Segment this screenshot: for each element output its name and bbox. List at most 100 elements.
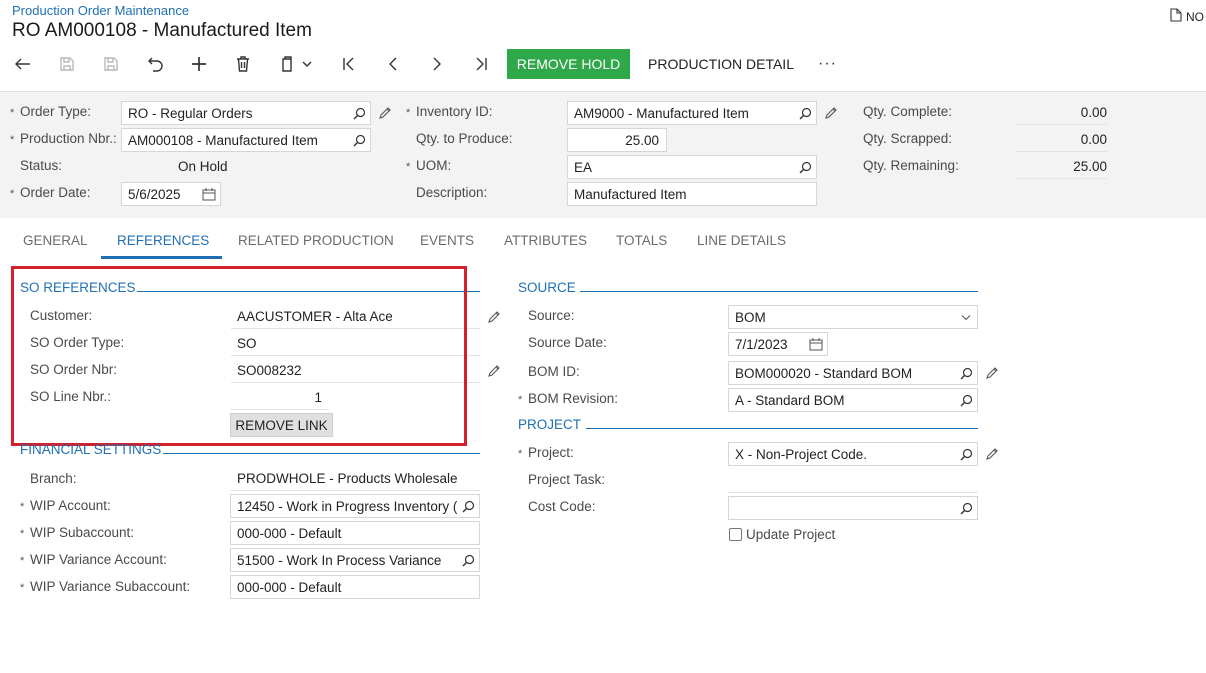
production-detail-button[interactable]: PRODUCTION DETAIL: [648, 49, 794, 79]
edit-pencil-icon[interactable]: [486, 309, 502, 325]
qty-scrapped-label: Qty. Scrapped:: [863, 131, 953, 146]
source-label: Source:: [528, 308, 575, 323]
active-tab-indicator: [101, 256, 222, 259]
uom-field[interactable]: EA: [567, 155, 817, 179]
tab-line-details[interactable]: LINE DETAILS: [697, 233, 786, 248]
previous-record-icon[interactable]: [381, 52, 405, 76]
section-divider: [580, 291, 978, 292]
edit-pencil-icon[interactable]: [984, 365, 1000, 381]
tab-related-production[interactable]: RELATED PRODUCTION: [238, 233, 394, 248]
add-icon[interactable]: [187, 52, 211, 76]
section-divider: [163, 453, 480, 454]
wip-variance-subaccount-field[interactable]: 000-000 - Default: [230, 575, 480, 599]
project-title: PROJECT: [518, 417, 582, 432]
production-nbr-field[interactable]: AM000108 - Manufactured Item: [121, 128, 371, 152]
edit-pencil-icon[interactable]: [823, 105, 839, 121]
search-icon[interactable]: [794, 156, 816, 178]
tab-bar: GENERAL REFERENCES RELATED PRODUCTION EV…: [0, 222, 1206, 260]
bom-id-field[interactable]: BOM000020 - Standard BOM: [728, 361, 978, 385]
source-date-label: Source Date:: [528, 335, 607, 350]
cost-code-label: Cost Code:: [528, 499, 596, 514]
tab-totals[interactable]: TOTALS: [616, 233, 667, 248]
first-record-icon[interactable]: [337, 52, 361, 76]
qty-scrapped-value: 0.00: [1015, 128, 1107, 152]
edit-pencil-icon[interactable]: [984, 446, 1000, 462]
branch-label: Branch:: [30, 471, 77, 486]
search-icon[interactable]: [794, 102, 816, 124]
qty-to-produce-field[interactable]: 25.00: [567, 128, 667, 152]
bom-id-label: BOM ID:: [528, 364, 580, 379]
qty-to-produce-label: Qty. to Produce:: [416, 131, 513, 146]
source-title: SOURCE: [518, 280, 576, 295]
chevron-down-icon[interactable]: [299, 52, 315, 76]
wip-subaccount-label: * WIP Subaccount:: [20, 525, 135, 540]
save-close-icon[interactable]: [55, 52, 79, 76]
wip-variance-subaccount-label: * WIP Variance Subaccount:: [20, 579, 191, 594]
qty-complete-label: Qty. Complete:: [863, 104, 953, 119]
order-date-field[interactable]: 5/6/2025: [121, 182, 221, 206]
checkbox-box[interactable]: [729, 528, 742, 541]
source-select[interactable]: BOM: [728, 305, 978, 329]
more-actions-button[interactable]: ···: [818, 49, 837, 79]
tab-references[interactable]: REFERENCES: [117, 233, 209, 248]
inventory-id-field[interactable]: AM9000 - Manufactured Item: [567, 101, 817, 125]
update-project-checkbox[interactable]: Update Project: [729, 527, 835, 542]
project-field[interactable]: X - Non-Project Code.: [728, 442, 978, 466]
search-icon[interactable]: [457, 495, 479, 517]
section-divider: [586, 428, 978, 429]
bom-revision-field[interactable]: A - Standard BOM: [728, 388, 978, 412]
order-type-label: * Order Type:: [10, 104, 92, 119]
qty-remaining-label: Qty. Remaining:: [863, 158, 959, 173]
description-field[interactable]: Manufactured Item: [567, 182, 817, 206]
calendar-icon[interactable]: [198, 183, 220, 205]
status-label: Status:: [20, 158, 63, 173]
back-icon[interactable]: [11, 52, 35, 76]
update-project-label: Update Project: [746, 527, 836, 542]
source-date-field[interactable]: 7/1/2023: [728, 332, 828, 356]
page-title: RO AM000108 - Manufactured Item: [12, 20, 312, 41]
next-record-icon[interactable]: [425, 52, 449, 76]
search-icon[interactable]: [348, 129, 370, 151]
copy-paste-icon[interactable]: [275, 52, 299, 76]
search-icon[interactable]: [955, 497, 977, 519]
tab-events[interactable]: EVENTS: [420, 233, 474, 248]
order-type-field[interactable]: RO - Regular Orders: [121, 101, 371, 125]
remove-hold-button[interactable]: REMOVE HOLD: [507, 49, 630, 79]
description-label: Description:: [416, 185, 488, 200]
search-icon[interactable]: [955, 443, 977, 465]
qty-remaining-value: 25.00: [1015, 155, 1107, 179]
wip-variance-account-field[interactable]: 51500 - Work In Process Variance: [230, 548, 480, 572]
wip-account-label: * WIP Account:: [20, 498, 111, 513]
wip-account-field[interactable]: 12450 - Work in Progress Inventory (N: [230, 494, 480, 518]
delete-icon[interactable]: [231, 52, 255, 76]
project-task-label: Project Task:: [528, 472, 606, 487]
status-value: On Hold: [178, 158, 228, 174]
breadcrumb[interactable]: Production Order Maintenance: [12, 3, 189, 18]
financial-settings-title: FINANCIAL SETTINGS: [20, 442, 162, 457]
save-icon[interactable]: [99, 52, 123, 76]
edit-pencil-icon[interactable]: [486, 363, 502, 379]
tab-attributes[interactable]: ATTRIBUTES: [504, 233, 587, 248]
project-label: * Project:: [518, 445, 574, 460]
notes-button[interactable]: NO: [1170, 8, 1204, 25]
wip-variance-account-label: * WIP Variance Account:: [20, 552, 167, 567]
highlight-box: [11, 266, 467, 446]
edit-pencil-icon[interactable]: [377, 105, 393, 121]
notes-label: NO: [1186, 9, 1204, 24]
last-record-icon[interactable]: [469, 52, 493, 76]
search-icon[interactable]: [955, 362, 977, 384]
tab-general[interactable]: GENERAL: [23, 233, 88, 248]
search-icon[interactable]: [955, 389, 977, 411]
chevron-down-icon[interactable]: [955, 306, 977, 328]
cost-code-field[interactable]: [728, 496, 978, 520]
wip-subaccount-field[interactable]: 000-000 - Default: [230, 521, 480, 545]
order-date-label: * Order Date:: [10, 185, 91, 200]
undo-icon[interactable]: [143, 52, 167, 76]
production-nbr-label: * Production Nbr.:: [10, 131, 117, 146]
calendar-icon[interactable]: [805, 333, 827, 355]
search-icon[interactable]: [348, 102, 370, 124]
search-icon[interactable]: [457, 549, 479, 571]
project-task-value: [728, 469, 978, 493]
document-icon: [1170, 8, 1182, 25]
qty-complete-value: 0.00: [1015, 101, 1107, 125]
